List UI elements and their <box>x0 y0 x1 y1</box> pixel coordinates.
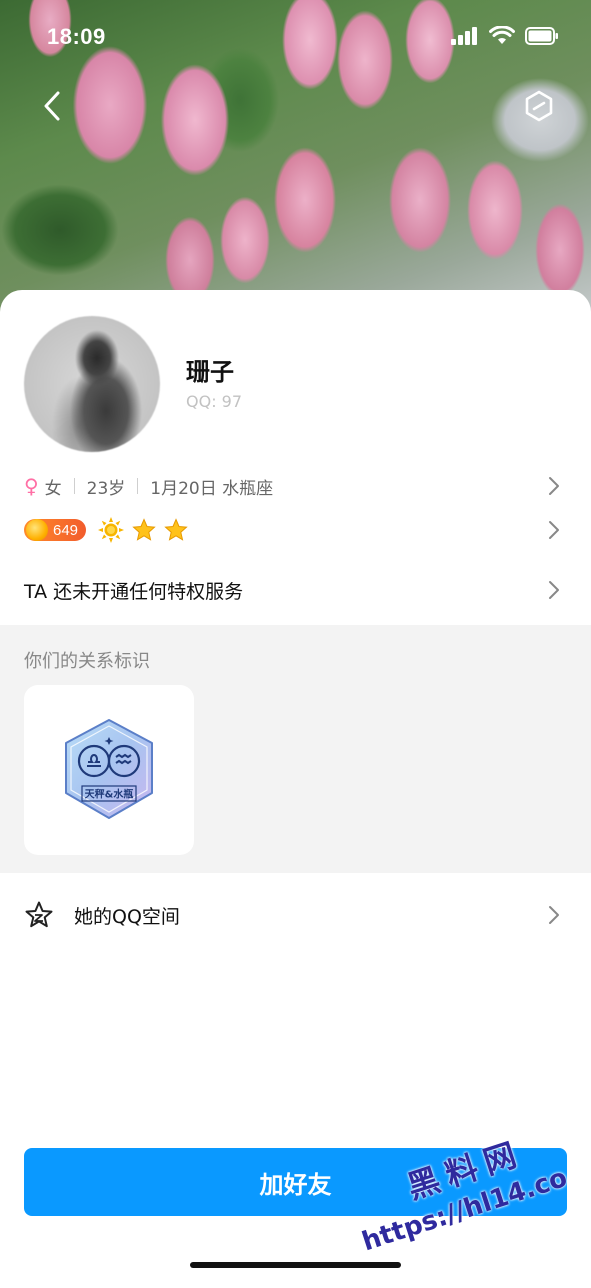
chevron-left-icon <box>44 91 60 121</box>
star-icon <box>132 518 156 541</box>
badge-label: 天秤&水瓶 <box>85 788 134 801</box>
status-icons <box>451 26 559 45</box>
signal-icon <box>451 26 477 45</box>
hexagon-more-icon <box>525 90 553 122</box>
age-label: 23岁 <box>86 478 126 499</box>
level-badge: 649 <box>24 519 87 541</box>
privilege-row[interactable]: TA 还未开通任何特权服务 <box>0 572 591 608</box>
sun-icon <box>98 517 125 543</box>
coin-icon <box>26 519 48 541</box>
profile-name: 珊子 <box>186 358 234 386</box>
chevron-right-icon <box>549 581 559 599</box>
qq-zone-label: 她的QQ空间 <box>74 905 180 928</box>
relationship-badge-card[interactable]: 天秤&水瓶 <box>24 685 194 855</box>
back-button[interactable] <box>30 84 74 128</box>
chevron-right-icon <box>549 521 559 539</box>
chevron-right-icon <box>549 906 559 924</box>
status-bar: 18:09 <box>0 0 591 74</box>
more-options-button[interactable] <box>517 84 561 128</box>
battery-icon <box>525 26 558 45</box>
wifi-icon <box>489 26 515 44</box>
qq-zone-row[interactable]: 她的QQ空间 <box>0 895 591 935</box>
avatar[interactable] <box>24 316 160 452</box>
basic-info-row[interactable]: ♀ 女 23岁 1月20日 水瓶座 <box>0 470 591 502</box>
chevron-right-icon <box>549 477 559 495</box>
relationship-section: 你们的关系标识 天秤&水瓶 <box>0 625 591 873</box>
status-time: 18:09 <box>47 24 106 49</box>
home-indicator <box>190 1262 401 1268</box>
privilege-label: TA 还未开通任何特权服务 <box>24 580 244 603</box>
female-icon: ♀ <box>24 474 39 498</box>
level-value: 649 <box>53 521 79 539</box>
divider <box>137 478 139 494</box>
level-row[interactable]: 649 <box>0 514 591 546</box>
birthday-label: 1月20日 水瓶座 <box>150 478 274 499</box>
relationship-title: 你们的关系标识 <box>24 651 150 672</box>
qzone-star-icon <box>25 901 53 928</box>
gender-label: 女 <box>44 478 62 499</box>
star-icon <box>164 518 188 541</box>
zodiac-badge-icon: 天秤&水瓶 <box>65 719 153 819</box>
divider <box>73 478 75 494</box>
qq-number: QQ: 97 <box>186 392 243 411</box>
